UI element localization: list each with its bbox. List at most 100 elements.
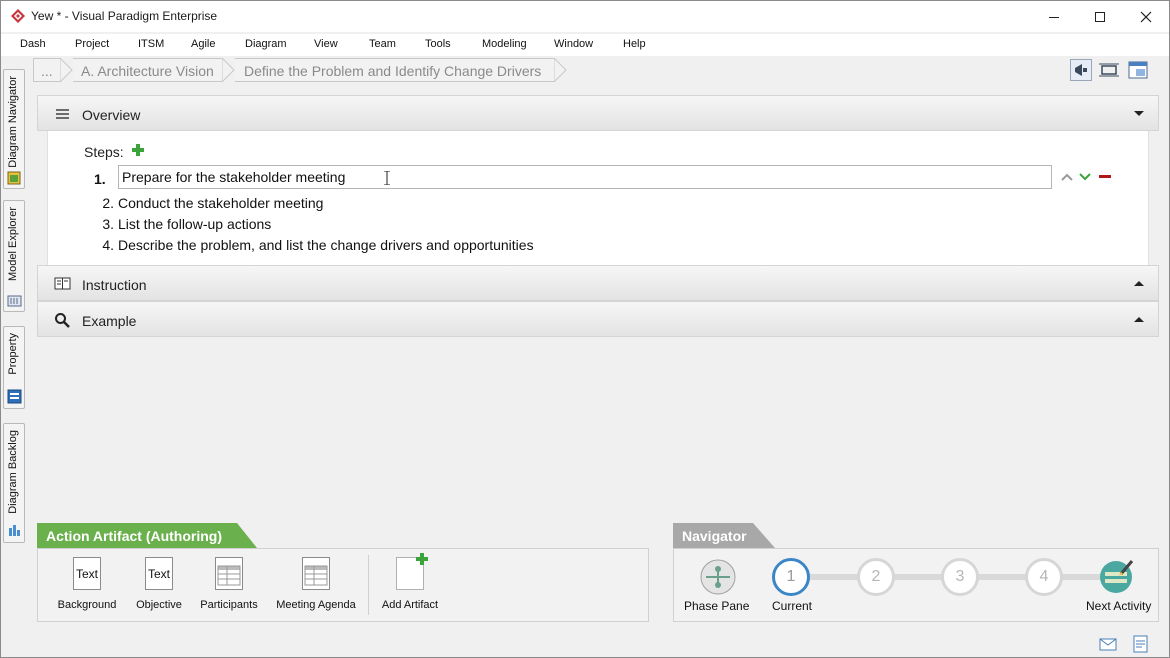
- expand-caret-icon[interactable]: [1134, 281, 1144, 286]
- artifact-objective[interactable]: Text Objective: [128, 557, 190, 611]
- step-number-label: 3.: [102, 216, 114, 232]
- menu-project[interactable]: Project: [75, 38, 109, 50]
- step-4[interactable]: 4: [1025, 558, 1063, 596]
- overview-body: Steps: 1. 2. Conduct the stakeholder mee…: [47, 131, 1149, 265]
- remove-step-icon[interactable]: [1098, 171, 1112, 183]
- expand-caret-icon[interactable]: [1134, 317, 1144, 322]
- breadcrumb-current[interactable]: Define the Problem and Identify Change D…: [235, 58, 555, 82]
- artifact-participants[interactable]: Participants: [196, 557, 262, 611]
- tab-diagram-navigator[interactable]: Diagram Navigator: [3, 69, 25, 189]
- tab-diagram-backlog[interactable]: Diagram Backlog: [3, 423, 25, 543]
- artifact-label: Objective: [136, 599, 182, 611]
- collapse-caret-icon[interactable]: [1134, 111, 1144, 116]
- tab-diagram-backlog-label: Diagram Backlog: [7, 430, 19, 514]
- next-activity-button[interactable]: [1099, 558, 1135, 594]
- plus-icon: [416, 553, 428, 565]
- diagram-backlog-icon: [9, 525, 20, 536]
- menu-tools[interactable]: Tools: [425, 38, 451, 50]
- example-header[interactable]: Example: [37, 301, 1159, 337]
- fit-view-button[interactable]: [1098, 59, 1120, 81]
- add-artifact-button[interactable]: Add Artifact: [378, 553, 442, 611]
- breadcrumb-root[interactable]: ...: [33, 58, 61, 82]
- artifact-meeting-agenda[interactable]: Meeting Agenda: [274, 557, 358, 611]
- list-menu-icon: [56, 109, 69, 119]
- action-artifact-title: Action Artifact (Authoring): [46, 528, 223, 544]
- step-number-1: 1.: [94, 171, 106, 187]
- announce-button[interactable]: [1070, 59, 1092, 81]
- maximize-button[interactable]: [1077, 1, 1123, 32]
- overview-header[interactable]: Overview: [37, 95, 1159, 131]
- notes-icon[interactable]: [1133, 635, 1149, 653]
- doc-text: Text: [147, 567, 170, 581]
- menu-diagram[interactable]: Diagram: [245, 38, 287, 50]
- menu-modeling[interactable]: Modeling: [482, 38, 527, 50]
- tab-diagram-navigator-label: Diagram Navigator: [7, 76, 19, 168]
- menu-team[interactable]: Team: [369, 38, 396, 50]
- diagram-navigator-icon: [7, 171, 21, 185]
- add-step-icon[interactable]: [131, 143, 145, 157]
- instruction-header[interactable]: Instruction: [37, 265, 1159, 301]
- menu-agile[interactable]: Agile: [191, 38, 215, 50]
- tab-property[interactable]: Property: [3, 326, 25, 409]
- menu-help[interactable]: Help: [623, 38, 646, 50]
- minimize-button[interactable]: [1031, 1, 1077, 32]
- property-icon: [7, 389, 22, 404]
- mail-icon[interactable]: [1099, 638, 1117, 651]
- navigator-tab: Navigator: [673, 523, 775, 548]
- phase-pane-label: Phase Pane: [684, 599, 750, 613]
- step-circle-label: 3: [955, 568, 965, 585]
- title-bar: Yew * - Visual Paradigm Enterprise: [1, 1, 1169, 32]
- panel-layout-button[interactable]: [1127, 59, 1149, 81]
- step-3[interactable]: 3: [941, 558, 979, 596]
- maximize-icon: [1095, 11, 1105, 22]
- artifact-divider: [368, 555, 369, 615]
- step-1-current[interactable]: 1: [772, 558, 810, 596]
- close-button[interactable]: [1123, 1, 1169, 32]
- breadcrumb-architecture-vision-label: A. Architecture Vision: [81, 63, 214, 79]
- tab-property-label: Property: [7, 333, 19, 375]
- step-circle-label: 2: [871, 568, 881, 585]
- breadcrumb-separator-icon: [554, 58, 567, 82]
- doc-text: Text: [75, 567, 98, 581]
- menu-window[interactable]: Window: [554, 38, 593, 50]
- artifact-label: Background: [57, 599, 117, 611]
- step-1-input[interactable]: [118, 165, 1052, 189]
- menu-view[interactable]: View: [314, 38, 338, 50]
- breadcrumb-current-label: Define the Problem and Identify Change D…: [244, 63, 542, 79]
- document-icon: Text: [73, 557, 101, 590]
- step-text: Describe the problem, and list the chang…: [118, 237, 534, 253]
- phase-pane-button[interactable]: [700, 559, 736, 595]
- table-document-icon: [302, 557, 330, 590]
- artifact-background[interactable]: Text Background: [56, 557, 118, 611]
- tab-model-explorer[interactable]: Model Explorer: [3, 200, 25, 312]
- menu-bar: Dash Project ITSM Agile Diagram View Tea…: [1, 34, 1169, 56]
- minimize-icon: [1049, 16, 1059, 18]
- phase-pane-icon: [700, 559, 736, 595]
- breadcrumb-architecture-vision[interactable]: A. Architecture Vision: [73, 58, 223, 82]
- table-lines-icon: [217, 565, 241, 586]
- breadcrumb-separator-icon: [222, 58, 235, 82]
- move-up-icon[interactable]: [1060, 171, 1074, 183]
- left-sidebar: Diagram Navigator Model Explorer Propert…: [1, 57, 27, 657]
- artifact-label: Participants: [200, 599, 258, 611]
- navigator-panel: Phase Pane 1 2 3 4 Current Next Activity: [673, 548, 1159, 622]
- example-title: Example: [82, 313, 137, 329]
- artifact-label: Meeting Agenda: [276, 599, 356, 611]
- next-activity-label: Next Activity: [1086, 599, 1152, 613]
- panel-layout-icon: [1128, 61, 1148, 79]
- app-window: Yew * - Visual Paradigm Enterprise Dash …: [0, 0, 1170, 658]
- table-document-icon: [215, 557, 243, 590]
- menu-dash[interactable]: Dash: [20, 38, 46, 50]
- step-circle-label: 4: [1039, 568, 1049, 585]
- document-icon: Text: [145, 557, 173, 590]
- action-artifact-panel: Text Background Text Objective Participa…: [37, 548, 649, 622]
- step-number-label: 2.: [102, 195, 114, 211]
- book-icon: [54, 277, 71, 290]
- menu-itsm[interactable]: ITSM: [138, 38, 164, 50]
- add-document-icon: [396, 553, 428, 590]
- navigator-title: Navigator: [682, 528, 747, 544]
- move-down-icon[interactable]: [1078, 171, 1092, 183]
- status-bar: [1, 629, 1169, 657]
- step-2[interactable]: 2: [857, 558, 895, 596]
- text-cursor-icon: [384, 171, 390, 185]
